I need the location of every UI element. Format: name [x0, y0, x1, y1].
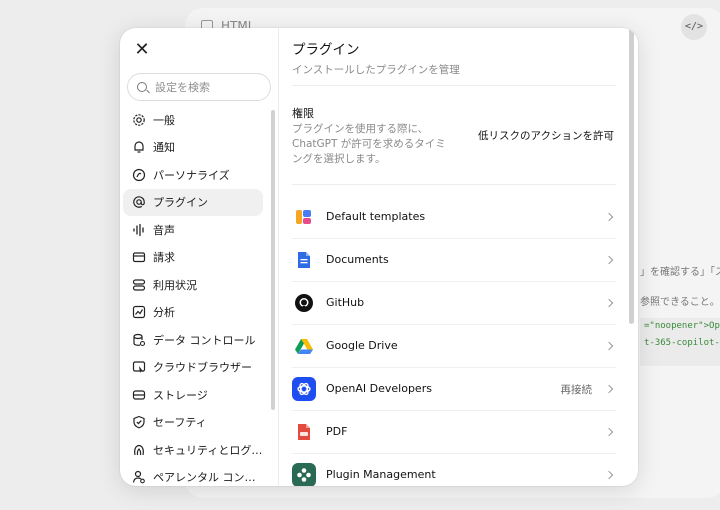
sidebar-item-cloud-browser[interactable]: クラウドブラウザー — [123, 354, 263, 382]
plugin-list: Default templates Documents GitHub Googl… — [292, 196, 616, 486]
permission-title: 権限 — [292, 107, 314, 120]
page-title: プラグイン — [292, 42, 360, 58]
settings-search[interactable] — [127, 73, 271, 101]
parental-icon — [132, 470, 146, 484]
settings-sidebar: ✕ 一般 通知 パーソナライズ プラグイン — [120, 28, 279, 486]
search-input[interactable] — [155, 78, 265, 96]
bell-icon — [132, 140, 146, 154]
card-icon — [132, 250, 146, 264]
sidebar-item-data-controls[interactable]: データ コントロール — [123, 326, 263, 354]
google-drive-icon — [292, 334, 316, 358]
plugin-row-github[interactable]: GitHub — [292, 282, 616, 325]
storage-icon — [132, 388, 146, 402]
chevron-right-icon — [604, 341, 614, 351]
divider — [292, 85, 616, 86]
background-code-block: ="noopener">Ope t-365-copilot- — [640, 318, 720, 366]
security-icon — [132, 443, 146, 457]
search-icon — [137, 82, 147, 92]
sidebar-item-label: 通知 — [153, 141, 175, 155]
github-icon — [292, 291, 316, 315]
sidebar-scrollbar[interactable] — [271, 110, 275, 410]
code-line: ="noopener">Ope — [644, 321, 720, 331]
plugin-row-google-drive[interactable]: Google Drive — [292, 325, 616, 368]
sidebar-item-label: ストレージ — [153, 388, 208, 402]
sidebar-item-label: 請求 — [153, 251, 175, 265]
sidebar-item-label: クラウドブラウザー — [153, 361, 252, 375]
chevron-right-icon — [604, 255, 614, 265]
close-icon[interactable]: ✕ — [132, 40, 152, 60]
sidebar-item-label: 利用状況 — [153, 278, 197, 292]
pdf-icon — [292, 420, 316, 444]
permission-description: プラグインを使用する際に、ChatGPT が許可を求めるタイミングを選択します。 — [292, 123, 446, 165]
main-scrollbar[interactable] — [629, 28, 634, 324]
sidebar-item-label: 一般 — [153, 113, 175, 127]
waveform-icon — [132, 223, 146, 237]
sidebar-item-label: ペアレンタル コン… — [153, 471, 256, 485]
chart-icon — [132, 305, 146, 319]
chevron-right-icon — [604, 470, 614, 480]
chevron-right-icon — [604, 212, 614, 222]
sidebar-item-label: 分析 — [153, 306, 175, 320]
chevron-right-icon — [604, 298, 614, 308]
sidebar-item-label: パーソナライズ — [153, 168, 230, 182]
code-line: t-365-copilot- — [644, 338, 720, 348]
code-view-button[interactable]: </> — [681, 14, 707, 40]
documents-icon — [292, 248, 316, 272]
page-subtitle: インストールしたプラグインを管理 — [292, 64, 460, 76]
sidebar-item-voice[interactable]: 音声 — [123, 216, 263, 244]
sidebar-item-label: セキュリティとログ… — [153, 443, 263, 457]
sidebar-item-label: セーフティ — [153, 416, 207, 430]
reconnect-link[interactable]: 再接続 — [561, 382, 593, 397]
browser-icon — [132, 360, 146, 374]
sidebar-item-storage[interactable]: ストレージ — [123, 381, 263, 409]
permission-select[interactable]: 低リスクのアクションを許可 — [478, 128, 614, 143]
plugin-name: PDF — [326, 425, 348, 438]
background-text-line: 」を確認する」「スラ — [640, 267, 720, 278]
at-icon — [132, 195, 146, 209]
chevron-right-icon — [604, 384, 614, 394]
plugins-panel: プラグイン インストールしたプラグインを管理 権限 プラグインを使用する際に、C… — [279, 28, 638, 486]
plugin-name: Plugin Management — [326, 468, 436, 481]
plugin-name: Documents — [326, 253, 389, 266]
settings-dialog: ✕ 一般 通知 パーソナライズ プラグイン — [120, 28, 638, 486]
sidebar-item-label: 音声 — [153, 223, 175, 237]
background-text-line: 参照できること。 — [640, 297, 720, 308]
templates-icon — [292, 205, 316, 229]
sidebar-item-usage[interactable]: 利用状況 — [123, 271, 263, 299]
plugin-row-openai-developers[interactable]: OpenAI Developers 再接続 — [292, 368, 616, 411]
plugin-name: OpenAI Developers — [326, 382, 432, 395]
sidebar-item-security-login[interactable]: セキュリティとログ… — [123, 436, 263, 464]
plugin-row-default-templates[interactable]: Default templates — [292, 196, 616, 239]
sidebar-item-billing[interactable]: 請求 — [123, 244, 263, 272]
shield-icon — [132, 415, 146, 429]
sidebar-item-analytics[interactable]: 分析 — [123, 299, 263, 327]
chevron-right-icon — [604, 427, 614, 437]
sidebar-item-general[interactable]: 一般 — [123, 106, 263, 134]
personalize-icon — [132, 168, 146, 182]
sidebar-item-label: データ コントロール — [153, 333, 256, 347]
plugin-name: Default templates — [326, 210, 426, 223]
gear-icon — [132, 113, 146, 127]
plugin-name: Google Drive — [326, 339, 398, 352]
settings-nav: 一般 通知 パーソナライズ プラグイン 音声 請求 利用状況 分析 データ コン… — [123, 106, 263, 486]
openai-icon — [292, 377, 316, 401]
sidebar-item-plugins[interactable]: プラグイン — [123, 188, 263, 216]
divider — [292, 184, 616, 185]
sidebar-item-parental-controls[interactable]: ペアレンタル コン… — [123, 464, 263, 487]
plugin-name: GitHub — [326, 296, 365, 309]
usage-icon — [132, 278, 146, 292]
plugin-row-documents[interactable]: Documents — [292, 239, 616, 282]
sidebar-item-safety[interactable]: セーフティ — [123, 409, 263, 437]
sidebar-item-personalize[interactable]: パーソナライズ — [123, 161, 263, 189]
plugin-row-plugin-management[interactable]: Plugin Management — [292, 454, 616, 486]
sidebar-item-notifications[interactable]: 通知 — [123, 134, 263, 162]
sidebar-item-label: プラグイン — [153, 196, 208, 210]
plugin-management-icon — [292, 463, 316, 486]
database-icon — [132, 333, 146, 347]
plugin-row-pdf[interactable]: PDF — [292, 411, 616, 454]
